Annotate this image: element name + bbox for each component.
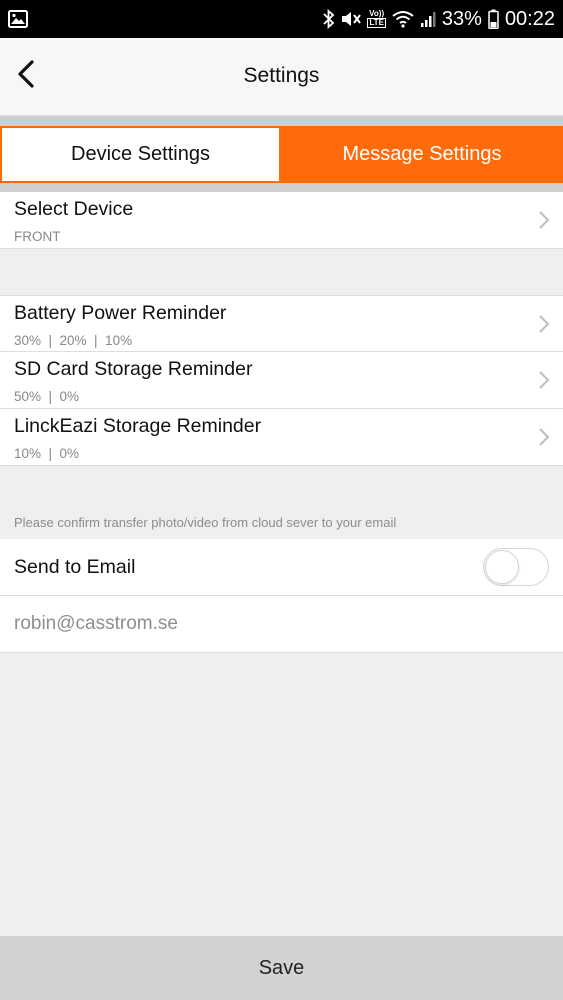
selected-device-value: FRONT xyxy=(14,229,61,244)
page-title: Settings xyxy=(243,64,320,87)
chevron-right-icon xyxy=(537,427,551,447)
battery-reminder-values: 30% | 20% | 10% xyxy=(14,333,133,348)
toggle-knob xyxy=(485,550,519,584)
sd-card-reminder-label: SD Card Storage Reminder xyxy=(14,358,253,380)
email-field[interactable] xyxy=(0,596,563,653)
email-section-note: Please confirm transfer photo/video from… xyxy=(14,515,397,530)
status-bar: Vo)) LTE 33% 00:22 xyxy=(0,0,563,38)
linckeazi-reminder-label: LinckEazi Storage Reminder xyxy=(14,415,262,437)
signal-icon xyxy=(420,10,436,28)
sd-card-reminder-values: 50% | 0% xyxy=(14,389,80,404)
chevron-right-icon xyxy=(537,210,551,230)
image-icon xyxy=(8,10,28,28)
bluetooth-icon xyxy=(323,9,335,29)
save-button[interactable]: Save xyxy=(0,936,563,1000)
clock: 00:22 xyxy=(504,7,555,30)
settings-tabs: Device Settings Message Settings xyxy=(0,116,563,192)
tab-message-settings[interactable]: Message Settings xyxy=(281,126,563,183)
linckeazi-reminder-values: 10% | 0% xyxy=(14,446,80,461)
battery-percent: 33% xyxy=(441,7,482,30)
send-to-email-label: Send to Email xyxy=(14,556,136,578)
wifi-icon xyxy=(392,10,414,28)
battery-reminder-label: Battery Power Reminder xyxy=(14,302,227,324)
select-device-row[interactable]: Select Device FRONT xyxy=(0,192,563,249)
send-to-email-row: Send to Email xyxy=(0,539,563,596)
app-header: Settings xyxy=(0,38,563,116)
volte-icon: Vo)) LTE xyxy=(367,9,386,28)
chevron-right-icon xyxy=(537,314,551,334)
mute-icon xyxy=(341,10,362,28)
select-device-label: Select Device xyxy=(14,198,134,220)
tab-device-settings[interactable]: Device Settings xyxy=(0,126,281,183)
send-to-email-toggle[interactable] xyxy=(483,548,549,586)
battery-reminder-row[interactable]: Battery Power Reminder 30% | 20% | 10% xyxy=(0,295,563,352)
chevron-right-icon xyxy=(537,370,551,390)
linckeazi-reminder-row[interactable]: LinckEazi Storage Reminder 10% | 0% xyxy=(0,409,563,466)
battery-icon xyxy=(488,9,499,29)
sd-card-reminder-row[interactable]: SD Card Storage Reminder 50% | 0% xyxy=(0,352,563,409)
